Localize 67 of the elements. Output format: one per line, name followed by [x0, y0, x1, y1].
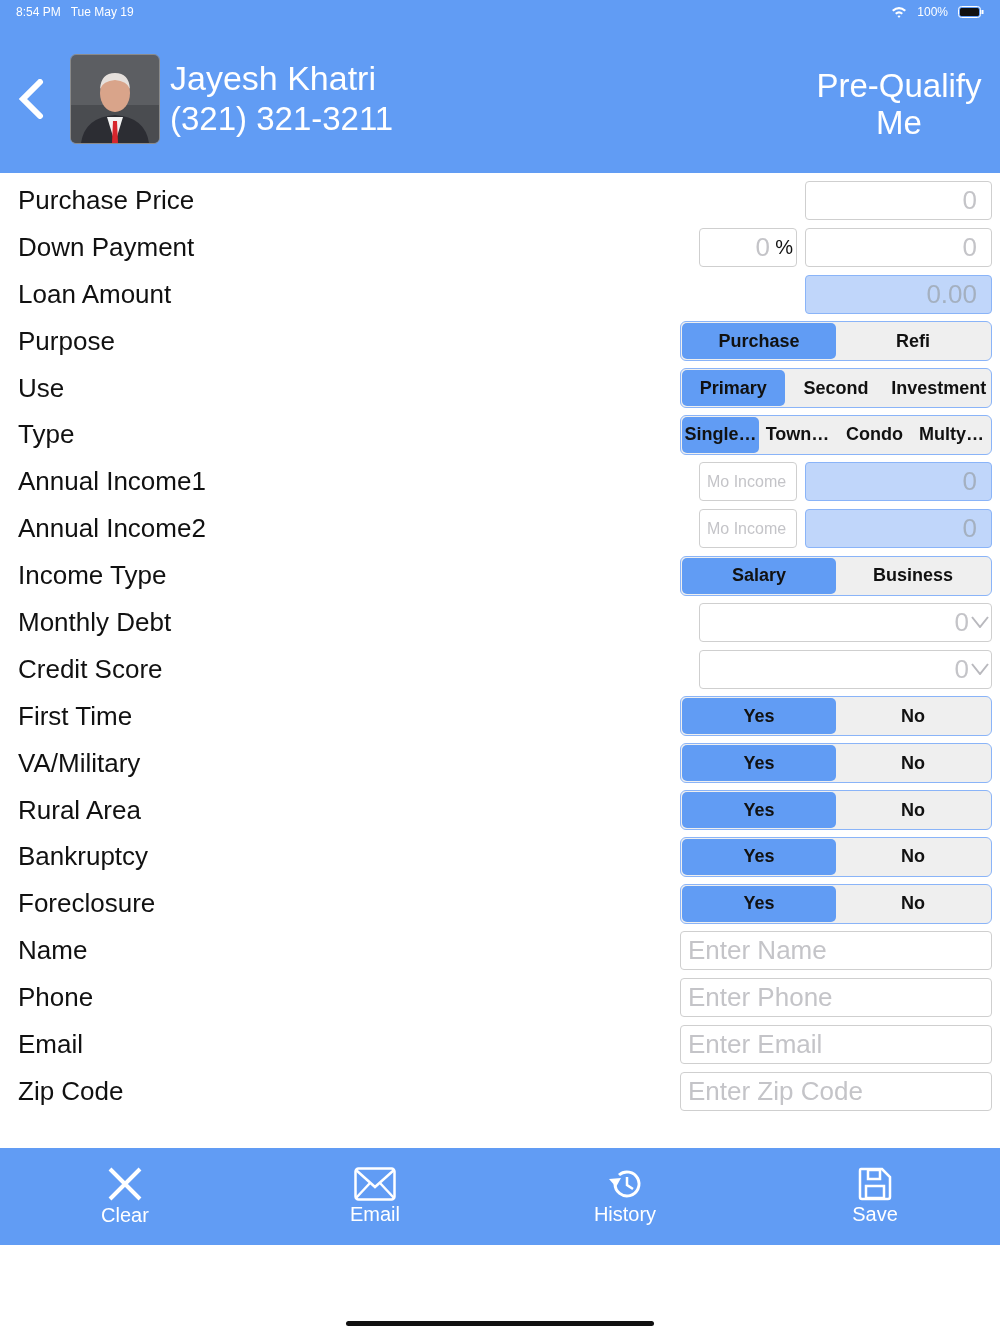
- field-label: Rural Area: [18, 794, 142, 826]
- segment-option[interactable]: No: [836, 838, 990, 875]
- field-label: Phone: [18, 982, 95, 1014]
- segment-option[interactable]: Salary: [682, 557, 836, 594]
- text-field[interactable]: Enter Phone: [680, 978, 992, 1018]
- text-field[interactable]: Enter Zip Code: [680, 1071, 992, 1111]
- battery-icon: [958, 6, 984, 18]
- contact-name: Jayesh Khatri: [170, 59, 377, 98]
- segment-option[interactable]: Investment: [887, 370, 990, 406]
- segment-option[interactable]: No: [836, 885, 990, 922]
- dropdown-value: 0: [954, 606, 969, 638]
- dropdown-value: 0: [954, 653, 969, 685]
- battery-percent: 100%: [917, 5, 948, 19]
- segment-option[interactable]: Yes: [682, 885, 836, 922]
- segment-option[interactable]: No: [836, 745, 990, 782]
- monthly-income-field[interactable]: Mo Income: [699, 462, 797, 502]
- status-date: Tue May 19: [70, 5, 134, 19]
- field-label: VA/Military: [18, 747, 142, 779]
- field-label: Name: [18, 935, 89, 967]
- segment-option[interactable]: No: [836, 698, 990, 735]
- segment-option[interactable]: Yes: [682, 838, 836, 875]
- field-label: Use: [18, 372, 66, 404]
- field-label: Monthly Debt: [18, 606, 173, 638]
- monthly-income-field[interactable]: Mo Income: [699, 509, 797, 549]
- segment-option[interactable]: Multy…: [913, 416, 990, 453]
- field-label: Purchase Price: [18, 184, 196, 216]
- field-label: Foreclosure: [18, 888, 157, 920]
- field-label: Zip Code: [18, 1075, 125, 1107]
- segment-option[interactable]: Purchase: [682, 323, 836, 360]
- field-label: First Time: [18, 700, 134, 732]
- amount-field[interactable]: 0: [805, 180, 992, 220]
- envelope-icon: [354, 1167, 396, 1201]
- field-label: Income Type: [18, 560, 168, 592]
- field-label: Bankruptcy: [18, 841, 150, 873]
- annual-income-field[interactable]: 0: [805, 509, 992, 549]
- segment-option[interactable]: Yes: [682, 792, 836, 828]
- amount-field[interactable]: 0: [805, 227, 992, 267]
- field-label: Down Payment: [18, 231, 196, 263]
- segment-option[interactable]: Town…: [759, 416, 836, 453]
- field-label: Annual Income1: [18, 466, 207, 498]
- chevron-left-icon: [18, 78, 44, 119]
- segment-option[interactable]: No: [836, 792, 990, 828]
- segment-option[interactable]: Yes: [682, 745, 836, 782]
- field-label: Loan Amount: [18, 278, 173, 310]
- field-label: Credit Score: [18, 653, 164, 685]
- segment-option[interactable]: Primary: [682, 370, 785, 406]
- segment-option[interactable]: Second: [784, 370, 888, 406]
- wifi-icon: [891, 6, 908, 18]
- chevron-down-icon: [971, 616, 989, 629]
- chevron-down-icon: [971, 663, 989, 676]
- text-field[interactable]: Enter Email: [680, 1024, 992, 1064]
- close-icon: [107, 1166, 143, 1202]
- field-label: Email: [18, 1028, 84, 1060]
- segment-option[interactable]: Condo: [836, 416, 913, 453]
- segment-option[interactable]: Yes: [682, 698, 836, 735]
- percent-sign: %: [775, 235, 793, 259]
- status-time: 8:54 PM: [16, 5, 61, 19]
- amount-field[interactable]: 0.00: [805, 274, 992, 314]
- contact-phone: (321) 321-3211: [170, 100, 394, 138]
- field-label: Annual Income2: [18, 513, 207, 545]
- segment-option[interactable]: Business: [836, 557, 990, 594]
- field-label: Purpose: [18, 325, 116, 357]
- segment-option[interactable]: Refi: [836, 323, 990, 360]
- annual-income-field[interactable]: 0: [805, 462, 992, 502]
- field-label: Type: [18, 419, 76, 451]
- text-field[interactable]: Enter Name: [680, 931, 992, 971]
- segment-option[interactable]: Single…: [682, 416, 759, 453]
